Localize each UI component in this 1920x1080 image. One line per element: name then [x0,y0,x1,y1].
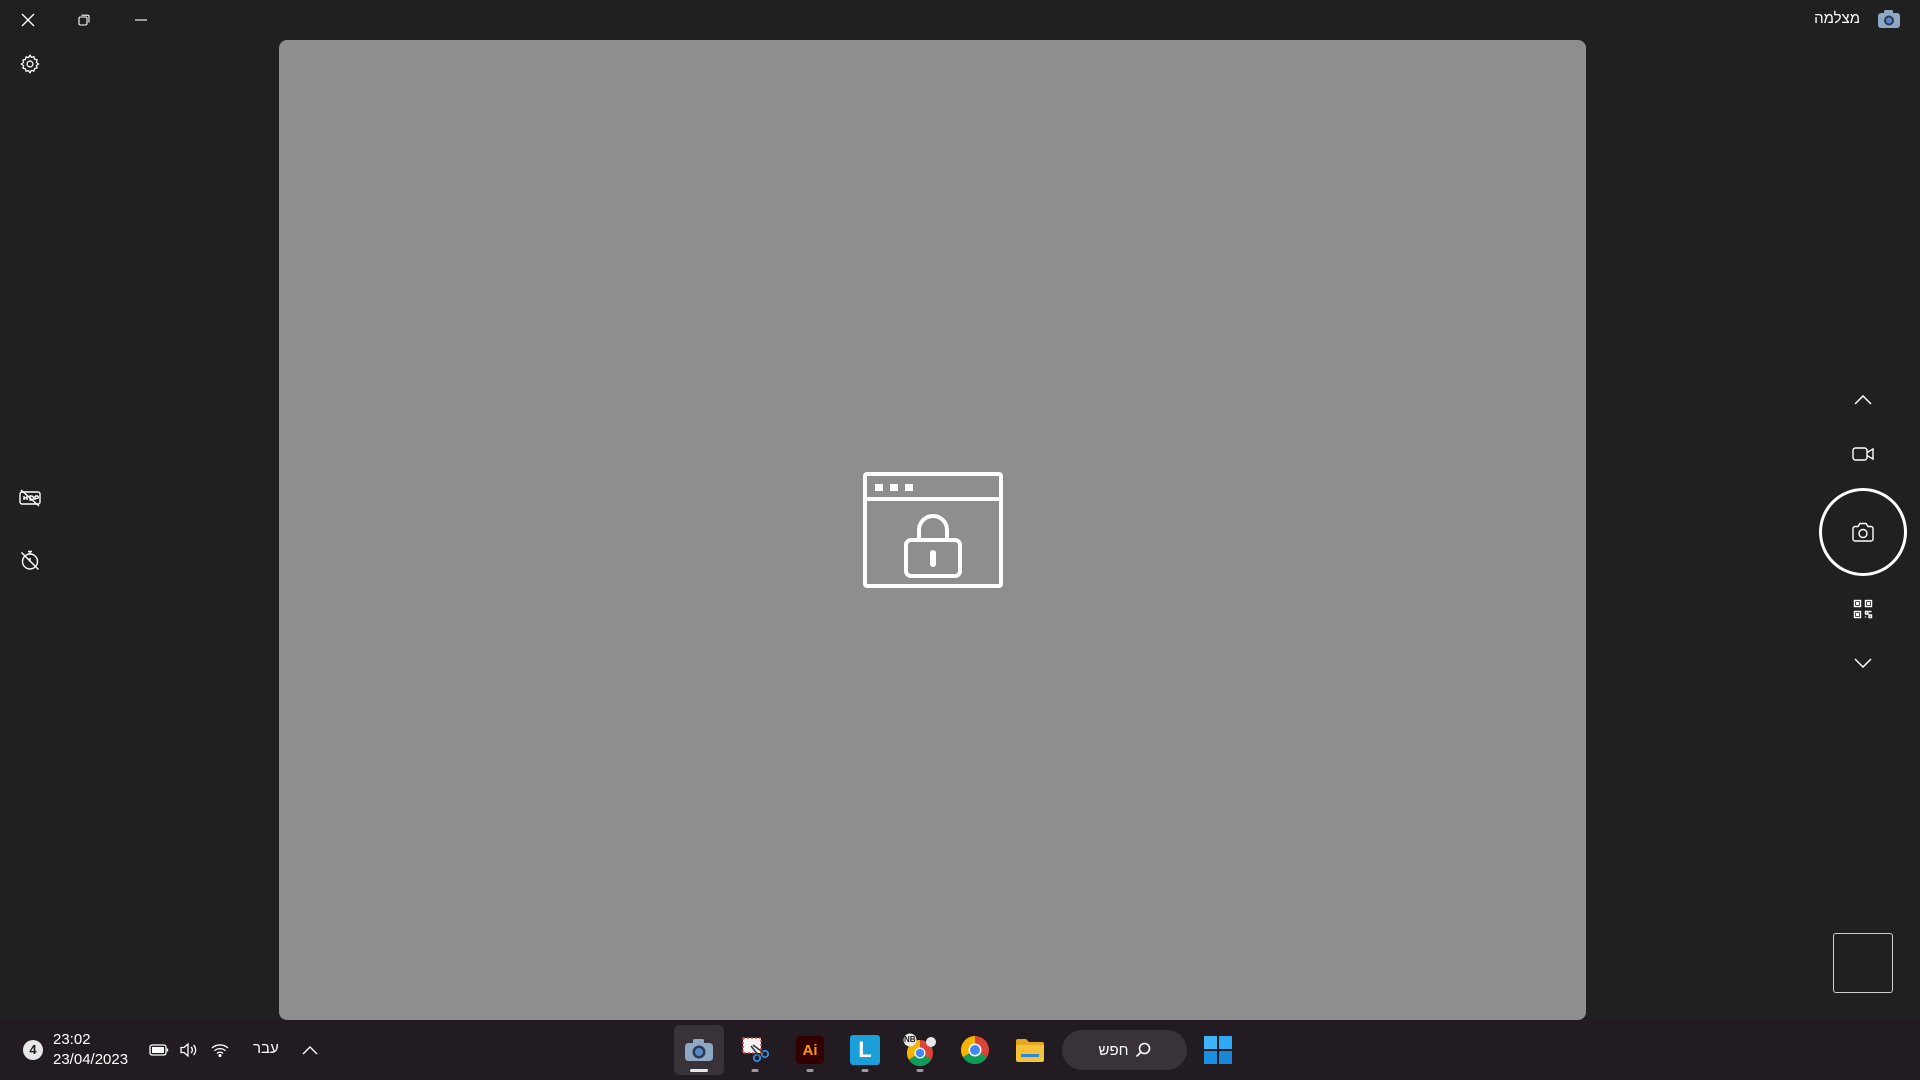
snipping-icon [741,1036,769,1064]
taskbar-camera-app[interactable] [674,1025,724,1075]
clock-date: 23/04/2023 [53,1051,129,1068]
chevron-up-icon [1854,395,1872,405]
restore-icon [78,14,90,26]
taskbar-chrome-app[interactable] [950,1025,1000,1075]
app-title: מצלמה [1814,10,1860,27]
l-app-label: L [858,1037,872,1062]
last-capture-thumbnail[interactable] [1833,933,1893,993]
restore-button[interactable] [56,0,112,40]
volume-icon[interactable] [176,1038,200,1062]
hdr-off-icon [19,488,41,508]
running-indicator [861,1069,869,1072]
minimize-button[interactable] [113,0,169,40]
wifi-icon[interactable] [208,1038,232,1062]
running-indicator [806,1069,814,1072]
title-bar: מצלמה [0,0,1920,40]
video-camera-icon [1852,446,1874,462]
chevron-down-icon [1854,658,1872,668]
browser-lock-icon [862,471,1004,589]
shutter-inner [1826,495,1900,569]
video-mode-button[interactable] [1843,434,1883,474]
camera-app-icon [1878,9,1900,29]
gear-icon [19,53,41,75]
mode-scroll-down-button[interactable] [1843,643,1883,683]
qr-mode-button[interactable] [1843,589,1883,629]
notification-badge[interactable]: 4 [23,1040,43,1060]
start-button[interactable] [1193,1025,1243,1075]
running-indicator [690,1069,708,1072]
folder-icon [1015,1037,1045,1063]
taskbar-file-explorer-app[interactable] [1005,1025,1055,1075]
clock-time: 23:02 [53,1031,91,1048]
illustrator-icon: Ai [796,1036,824,1064]
input-language-indicator[interactable]: עבר [253,1040,279,1057]
mode-scroll-up-button[interactable] [1843,380,1883,420]
photo-shutter-button[interactable] [1819,488,1907,576]
chrome-icon [960,1035,990,1065]
timer-toggle[interactable] [10,540,50,580]
chevron-up-icon [302,1045,318,1055]
running-indicator [916,1069,924,1072]
chrome-profile-icon: NB [903,1033,937,1067]
taskbar-l-app[interactable]: L [840,1025,890,1075]
search-label: חפש [1098,1041,1129,1059]
battery-icon[interactable] [147,1038,171,1062]
taskbar-illustrator-app[interactable]: Ai [785,1025,835,1075]
camera-icon [1851,522,1875,542]
illustrator-label: Ai [802,1041,818,1059]
show-hidden-icons-button[interactable] [298,1038,322,1062]
running-indicator [751,1069,759,1072]
settings-button[interactable] [10,44,50,84]
search-icon [1135,1042,1151,1058]
close-icon [21,13,35,27]
taskbar-chrome-profile-app[interactable]: NB [895,1025,945,1075]
close-button[interactable] [0,0,56,40]
taskbar-clock[interactable]: 23:02 23/04/2023 [53,1030,128,1070]
hdr-toggle[interactable] [10,478,50,518]
taskbar-snipping-app[interactable] [730,1025,780,1075]
profile-badge-label: NB [904,1035,916,1044]
taskbar-search[interactable]: חפש [1062,1030,1187,1070]
windows-start-icon [1204,1036,1232,1064]
camera-icon [685,1039,713,1061]
timer-off-icon [19,549,41,571]
qr-code-icon [1853,599,1873,619]
l-icon: L [850,1035,880,1065]
minimize-icon [135,14,147,26]
